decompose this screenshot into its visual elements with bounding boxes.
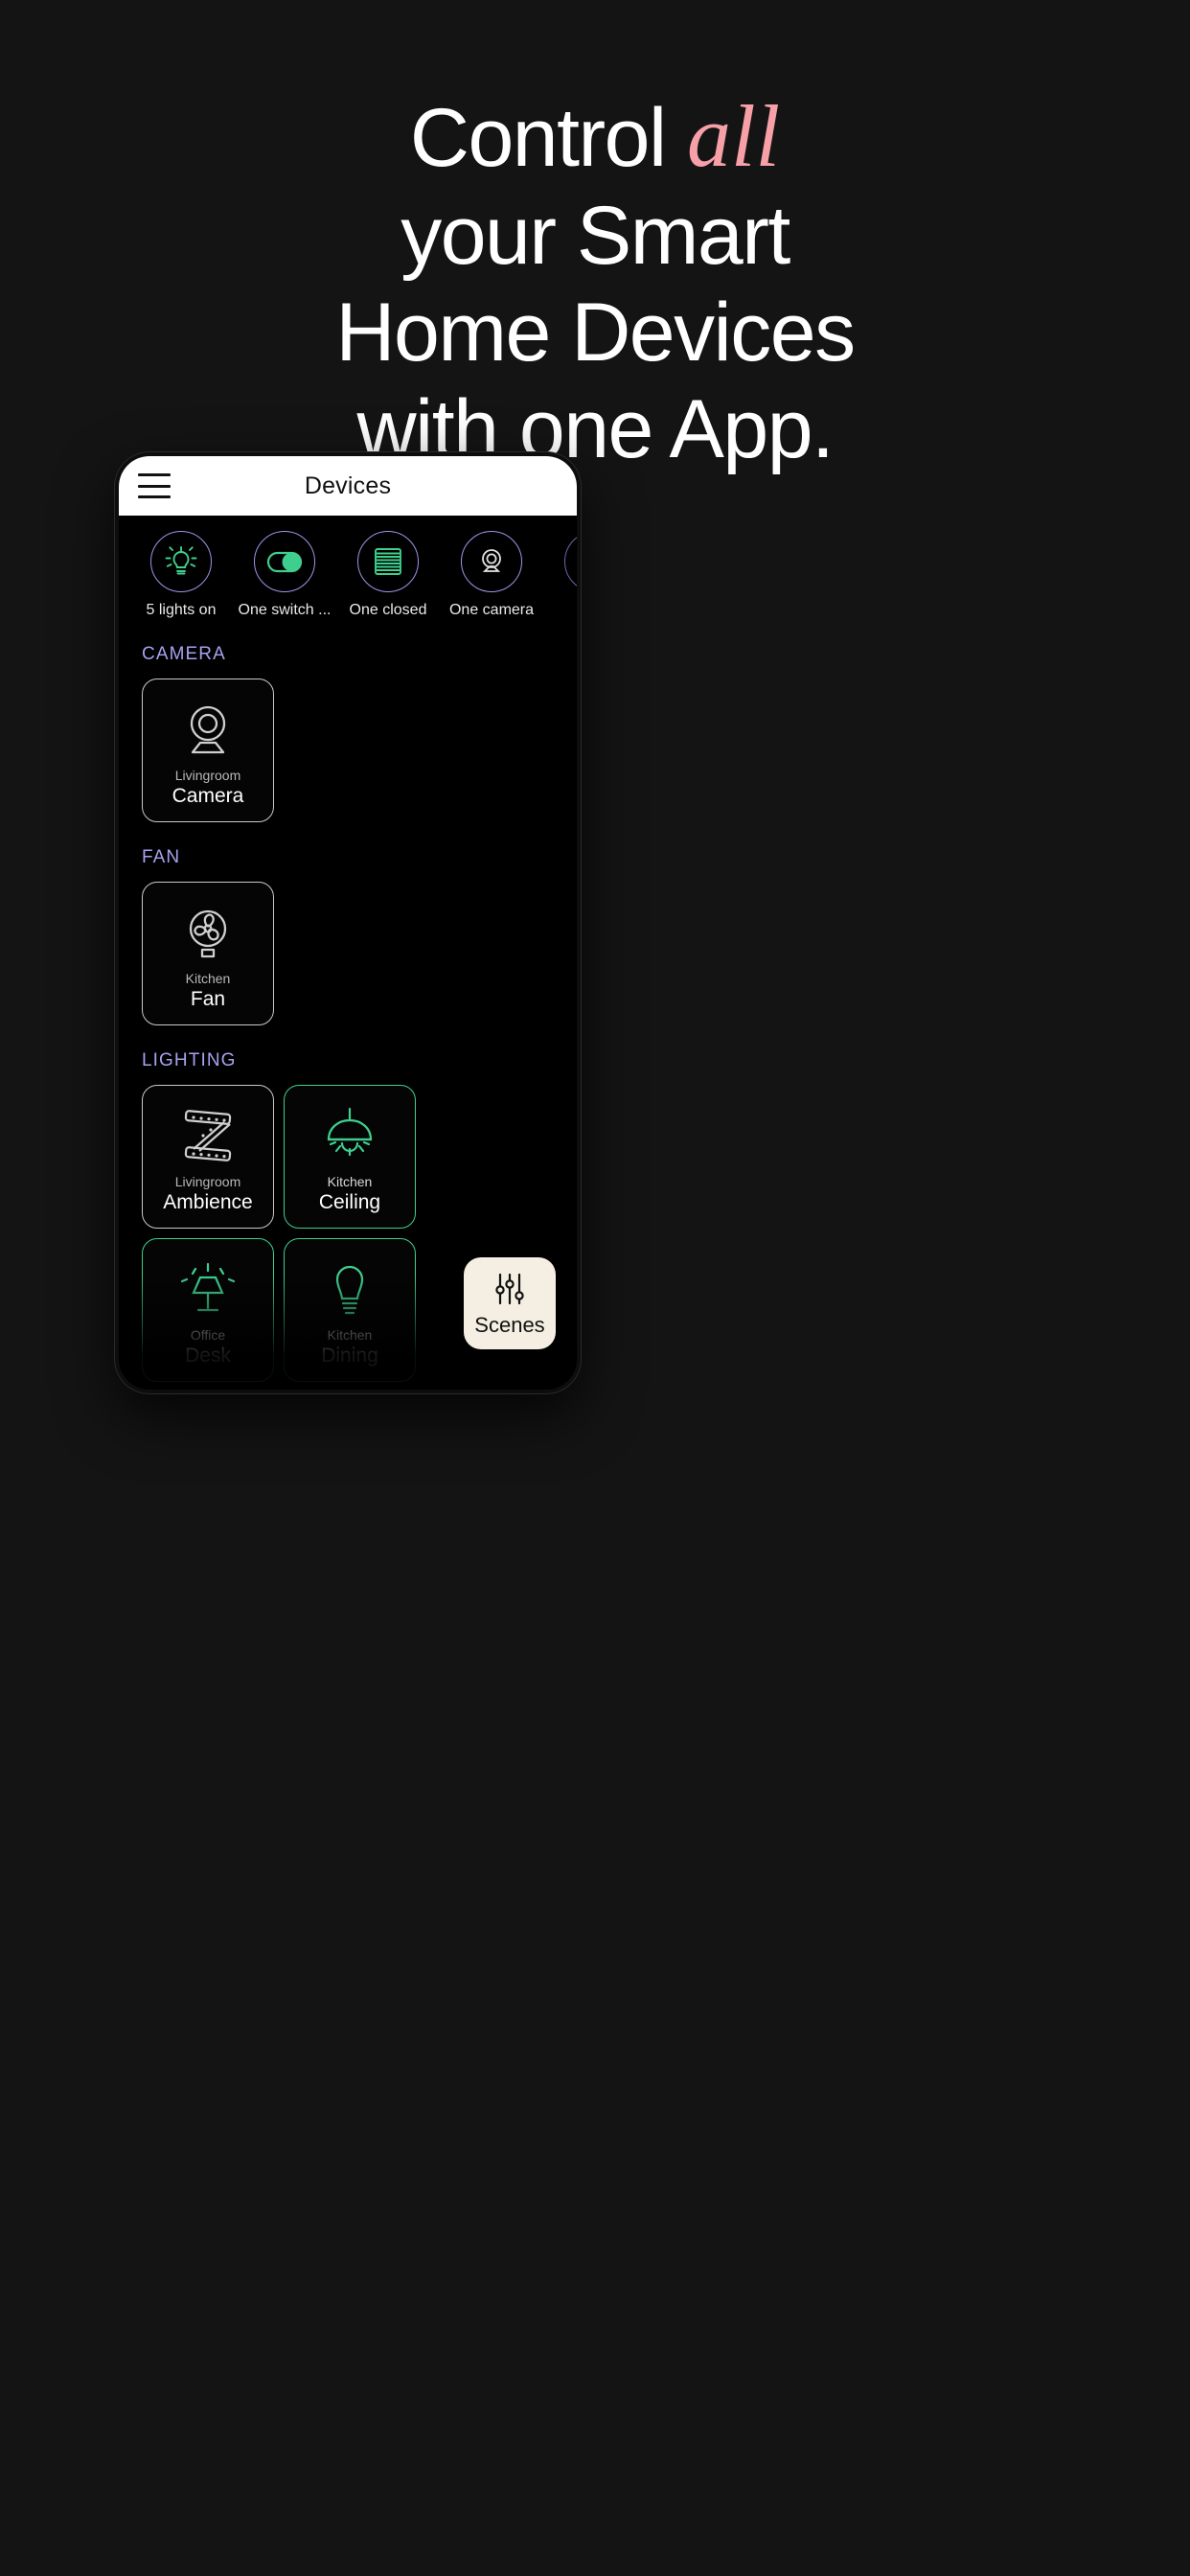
page-title: Devices	[304, 472, 392, 499]
status-chip-label: One switch ...	[238, 602, 332, 618]
device-card-ambience[interactable]: Livingroom Ambience	[142, 1085, 274, 1229]
section-grid-camera: Livingroom Camera	[119, 678, 556, 822]
status-chip-speakers[interactable]: 2 are	[556, 531, 577, 619]
status-chip-camera[interactable]: One camera	[448, 531, 535, 619]
device-room: Office	[190, 1327, 226, 1343]
toggle-switch-icon	[254, 531, 315, 592]
scenes-fab-label: Scenes	[474, 1313, 545, 1337]
device-name: Dining	[321, 1345, 378, 1367]
device-room: Livingroom	[174, 768, 241, 783]
device-room: Kitchen	[327, 1327, 373, 1343]
device-card-fan[interactable]: Kitchen Fan	[142, 882, 274, 1025]
status-chip-label: 5 lights on	[146, 602, 217, 618]
headline-accent-word: all	[687, 87, 781, 185]
device-room: Kitchen	[185, 971, 231, 986]
led-strip-icon	[176, 1103, 240, 1170]
section-title-fan: FAN	[142, 847, 181, 867]
device-card-ceiling[interactable]: Kitchen Ceiling	[284, 1085, 416, 1229]
pendant-lamp-icon	[318, 1103, 381, 1170]
scenes-fab-button[interactable]: Scenes	[464, 1257, 556, 1349]
promo-page: Control all your Smart Home Devices with…	[0, 0, 1190, 2576]
device-card-camera[interactable]: Livingroom Camera	[142, 678, 274, 822]
device-card-dining[interactable]: Kitchen Dining	[284, 1238, 416, 1382]
device-name: Desk	[185, 1345, 231, 1367]
device-room: Livingroom	[174, 1174, 241, 1189]
section-title-lighting: LIGHTING	[142, 1050, 237, 1070]
device-name: Fan	[190, 988, 226, 1010]
sliders-icon	[495, 1273, 524, 1305]
bulb-candle-icon	[318, 1256, 381, 1323]
phone-screen: Devices 5 lights on One switch ... One c…	[119, 456, 577, 1390]
app-bar: Devices	[119, 456, 577, 516]
device-room: Kitchen	[327, 1174, 373, 1189]
section-grid-fan: Kitchen Fan	[119, 882, 556, 1025]
headline-line-1-text: Control	[409, 92, 687, 184]
fan-icon	[177, 900, 239, 967]
page-headline: Control all your Smart Home Devices with…	[0, 92, 1190, 485]
desk-lamp-icon	[176, 1256, 240, 1323]
status-chip-lights[interactable]: 5 lights on	[142, 531, 220, 619]
phone-mockup: Devices 5 lights on One switch ... One c…	[115, 452, 581, 1393]
speaker-icon	[564, 531, 577, 592]
status-chip-switch[interactable]: One switch ...	[239, 531, 331, 619]
section-title-camera: CAMERA	[142, 644, 226, 664]
hamburger-menu-icon[interactable]	[138, 473, 171, 498]
camera-icon	[461, 531, 522, 592]
device-card-desk[interactable]: Office Desk	[142, 1238, 274, 1382]
lightbulb-icon	[150, 531, 212, 592]
headline-line-3: Home Devices	[335, 287, 856, 379]
headline-line-1: Control all	[0, 92, 1190, 180]
device-name: Camera	[172, 785, 244, 807]
status-chip-blinds[interactable]: One closed	[349, 531, 427, 619]
device-name: Ceiling	[318, 1191, 381, 1213]
status-chips-row[interactable]: 5 lights on One switch ... One closed On…	[119, 516, 577, 619]
blinds-icon	[357, 531, 419, 592]
device-name: Ambience	[163, 1191, 253, 1213]
headline-line-2: your Smart	[400, 190, 790, 282]
webcam-icon	[176, 697, 240, 764]
status-chip-label: One camera	[448, 602, 535, 618]
status-chip-label: One closed	[349, 602, 427, 618]
